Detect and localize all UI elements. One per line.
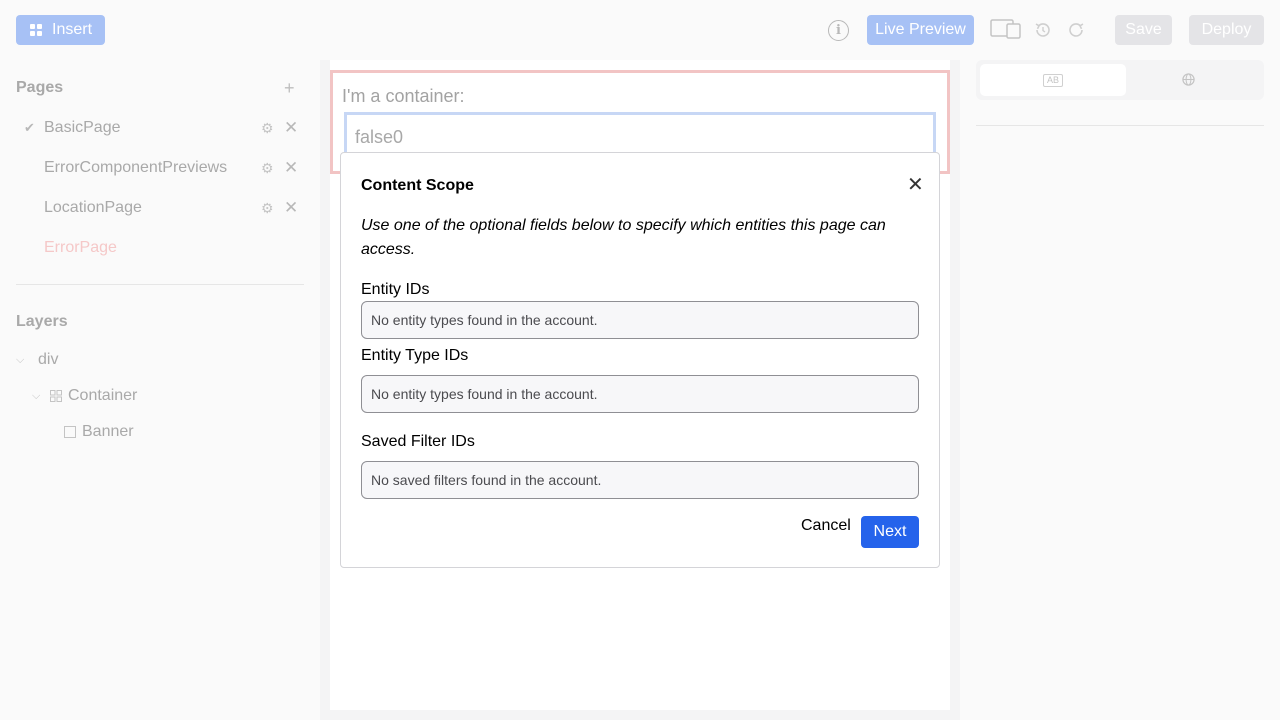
page-item-locationpage[interactable]: LocationPage ⚙ ✕ <box>16 188 304 228</box>
entity-ids-input[interactable] <box>361 301 919 339</box>
gear-icon[interactable]: ⚙ <box>261 120 274 137</box>
layer-item-label: div <box>38 351 59 368</box>
globe-icon[interactable] <box>1182 73 1195 86</box>
page-item-errorcomponentpreviews[interactable]: ErrorComponentPreviews ⚙ ✕ <box>16 148 304 188</box>
text-fields-icon: AB <box>1042 73 1063 87</box>
component-icon <box>64 426 76 438</box>
save-button[interactable]: Save <box>1115 15 1172 45</box>
layer-item-banner[interactable]: Banner <box>64 423 134 441</box>
check-icon: ✔ <box>24 120 35 135</box>
layer-item-container[interactable]: ⌵ Container <box>32 387 137 405</box>
right-panel-divider <box>976 125 1264 126</box>
entity-ids-label: Entity IDs <box>361 281 430 298</box>
responsive-devices-icon[interactable] <box>990 19 1022 39</box>
undo-icon[interactable] <box>1034 21 1052 39</box>
cancel-button[interactable]: Cancel <box>801 517 851 535</box>
saved-filter-ids-input[interactable] <box>361 461 919 499</box>
add-page-icon[interactable]: + <box>284 78 295 99</box>
chevron-down-icon[interactable]: ⌵ <box>16 354 28 367</box>
top-toolbar: Insert i Live Preview Save Deploy <box>0 0 1280 60</box>
pages-title: Pages <box>16 79 64 96</box>
modal-description: Use one of the optional fields below to … <box>361 217 886 258</box>
next-button[interactable]: Next <box>861 516 919 548</box>
live-preview-button[interactable]: Live Preview <box>867 15 974 45</box>
sidebar-divider <box>16 284 304 285</box>
layers-title: Layers <box>16 313 68 330</box>
layer-item-label: Banner <box>82 423 134 440</box>
container-icon <box>50 390 62 402</box>
deploy-button[interactable]: Deploy <box>1189 15 1264 45</box>
saved-filter-ids-label: Saved Filter IDs <box>361 433 475 450</box>
right-panel <box>960 60 1280 720</box>
close-icon[interactable]: ✕ <box>284 118 298 138</box>
layer-item-div[interactable]: ⌵ div <box>16 351 58 369</box>
gear-icon[interactable]: ⚙ <box>261 200 274 217</box>
modal-title: Content Scope <box>361 177 474 194</box>
blocks-icon <box>30 24 42 36</box>
tab-fields[interactable]: AB <box>980 64 1126 96</box>
chevron-down-icon[interactable]: ⌵ <box>32 390 44 403</box>
page-item-label: ErrorPage <box>44 239 117 256</box>
info-icon[interactable]: i <box>828 20 849 41</box>
entity-type-ids-input[interactable] <box>361 375 919 413</box>
close-icon[interactable]: ✕ <box>907 175 924 195</box>
container-label: I'm a container: <box>342 86 465 106</box>
insert-button[interactable]: Insert <box>16 15 105 45</box>
entity-type-ids-label: Entity Type IDs <box>361 347 469 364</box>
close-icon[interactable]: ✕ <box>284 158 298 178</box>
close-icon[interactable]: ✕ <box>284 198 298 218</box>
gear-icon[interactable]: ⚙ <box>261 160 274 177</box>
layer-item-label: Container <box>68 387 138 404</box>
insert-button-label: Insert <box>52 21 93 38</box>
content-scope-modal: Content Scope ✕ Use one of the optional … <box>340 152 940 568</box>
redo-icon[interactable] <box>1067 21 1085 39</box>
page-item-basicpage[interactable]: ✔ BasicPage ⚙ ✕ <box>16 108 304 148</box>
page-item-errorpage[interactable]: ErrorPage <box>16 228 304 268</box>
